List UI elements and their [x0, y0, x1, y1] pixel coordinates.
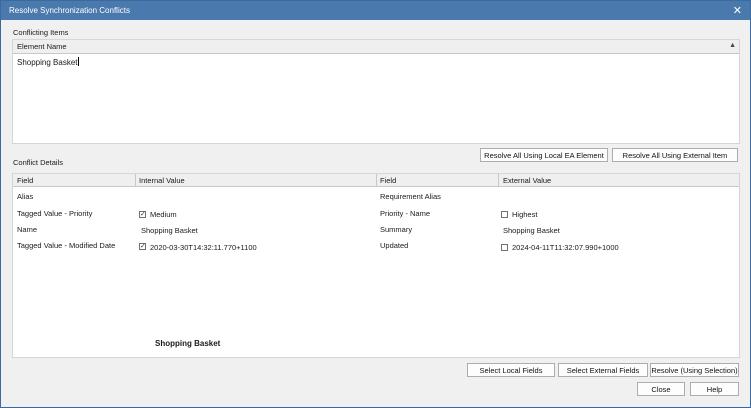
close-button[interactable]: Close — [637, 382, 685, 396]
dialog-window: Resolve Synchronization Conflicts ✕ Conf… — [0, 0, 751, 408]
row-field: Tagged Value - Priority — [17, 209, 93, 218]
select-local-fields-button[interactable]: Select Local Fields — [467, 363, 555, 377]
column-divider[interactable] — [498, 174, 499, 186]
external-value: 2024-04-11T11:32:07.990+1000 — [512, 243, 619, 252]
resolve-all-external-button[interactable]: Resolve All Using External Item — [612, 148, 738, 162]
conflict-details-grid[interactable]: Field Internal Value Field External Valu… — [12, 173, 740, 358]
internal-value-header[interactable]: Internal Value — [139, 176, 185, 185]
field-header[interactable]: Field — [17, 176, 33, 185]
list-item-label: Shopping Basket — [17, 58, 78, 67]
external-value-checkbox[interactable] — [501, 244, 508, 251]
conflicting-items-label: Conflicting Items — [13, 28, 69, 37]
list-item[interactable]: Shopping Basket — [17, 57, 79, 67]
window-title: Resolve Synchronization Conflicts — [9, 6, 130, 15]
close-icon[interactable]: ✕ — [733, 4, 742, 17]
sort-up-icon: ▲ — [729, 42, 736, 49]
external-value-header[interactable]: External Value — [503, 176, 551, 185]
column-divider[interactable] — [135, 174, 136, 186]
title-bar[interactable]: Resolve Synchronization Conflicts ✕ — [1, 1, 750, 20]
external-field-header[interactable]: Field — [380, 176, 396, 185]
selected-element-name: Shopping Basket — [155, 339, 221, 348]
element-name-header[interactable]: Element Name — [17, 42, 67, 51]
row-field: Tagged Value - Modified Date — [17, 241, 116, 250]
row-ext-field: Summary — [380, 225, 413, 234]
text-cursor — [77, 57, 79, 66]
list-header[interactable]: Element Name ▲ — [13, 40, 739, 54]
external-value: Shopping Basket — [503, 226, 560, 235]
row-field: Alias — [17, 192, 34, 201]
row-field: Name — [17, 225, 38, 234]
help-button[interactable]: Help — [690, 382, 739, 396]
resolve-all-local-button[interactable]: Resolve All Using Local EA Element — [480, 148, 608, 162]
internal-value-checkbox[interactable]: ✓ — [139, 211, 146, 218]
conflict-details-label: Conflict Details — [13, 158, 64, 167]
row-ext-field: Priority - Name — [380, 209, 431, 218]
internal-value-checkbox[interactable]: ✓ — [139, 243, 146, 250]
external-value-checkbox[interactable] — [501, 211, 508, 218]
conflicting-items-list[interactable]: Element Name ▲ Shopping Basket — [12, 39, 740, 144]
row-ext-field: Updated — [380, 241, 409, 250]
resolve-selection-button[interactable]: Resolve (Using Selection) — [650, 363, 739, 377]
external-value: Highest — [512, 210, 538, 219]
select-external-fields-button[interactable]: Select External Fields — [558, 363, 648, 377]
internal-value: 2020-03-30T14:32:11.770+1100 — [150, 243, 257, 252]
internal-value: Shopping Basket — [141, 226, 198, 235]
column-divider[interactable] — [376, 174, 377, 186]
grid-header: Field Internal Value Field External Valu… — [13, 174, 739, 187]
internal-value: Medium — [150, 210, 177, 219]
row-ext-field: Requirement Alias — [380, 192, 441, 201]
